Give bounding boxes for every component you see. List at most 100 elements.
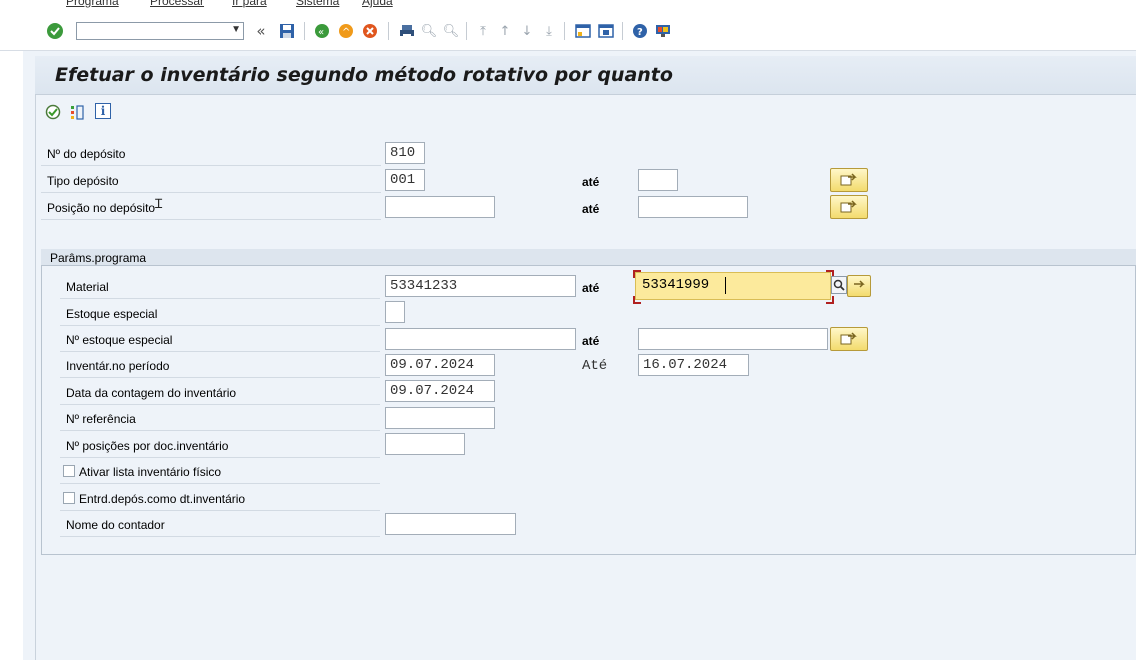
entry-date-label: Entrd.depós.como dt.inventário [79, 492, 246, 506]
print-icon[interactable] [398, 22, 416, 40]
menu-programa[interactable]: Programa [66, 0, 119, 8]
bin-to-field[interactable] [638, 196, 748, 218]
page-title: Efetuar o inventário segundo método rota… [55, 64, 673, 86]
multiple-selection-button[interactable] [830, 195, 868, 219]
focus-corner [826, 296, 834, 304]
counter-name-field[interactable] [385, 513, 516, 535]
period-to-label: Até [582, 358, 608, 374]
focus-corner [633, 296, 641, 304]
arrow-right-icon [840, 173, 857, 186]
row-divider [60, 298, 380, 299]
menu-processar[interactable]: Processar [150, 0, 204, 8]
multiple-selection-button[interactable] [830, 327, 868, 351]
toolbar-separator [622, 22, 623, 40]
next-page-icon[interactable]: ↓ [518, 22, 536, 40]
collapse-command-icon[interactable]: « [253, 22, 269, 40]
special-stock-no-label: Nº estoque especial [66, 333, 173, 347]
bin-from-field[interactable] [385, 196, 495, 218]
deposit-type-to-label: até [582, 175, 600, 189]
deposit-type-from-field[interactable]: 001 [385, 169, 425, 191]
toolbar-separator [388, 22, 389, 40]
left-margin [0, 51, 23, 660]
count-date-label: Data da contagem do inventário [66, 386, 237, 400]
row-divider [60, 510, 380, 511]
search-help-icon[interactable] [831, 276, 847, 294]
row-divider [60, 325, 380, 326]
focus-corner [633, 270, 641, 278]
shortcut-icon[interactable] [597, 22, 615, 40]
row-divider [60, 430, 380, 431]
multiple-selection-button[interactable] [847, 275, 871, 297]
first-page-icon[interactable]: ⤒ [474, 22, 492, 40]
reference-field[interactable] [385, 407, 495, 429]
deposit-type-to-field[interactable] [638, 169, 678, 191]
toolbar-separator [304, 22, 305, 40]
row-divider [60, 351, 380, 352]
period-from-field[interactable]: 09.07.2024 [385, 354, 495, 376]
positions-field[interactable] [385, 433, 465, 455]
row-divider [60, 457, 380, 458]
help-icon[interactable]: ? [631, 22, 649, 40]
row-divider [41, 219, 381, 220]
material-to-label: até [582, 281, 600, 295]
counter-name-label: Nome do contador [66, 518, 165, 532]
last-page-icon[interactable]: ⤓ [540, 22, 558, 40]
arrow-right-icon [840, 200, 857, 213]
find-next-icon[interactable]: 🔍︎ [442, 22, 460, 40]
svg-text:?: ? [637, 27, 643, 38]
period-to-field[interactable]: 16.07.2024 [638, 354, 749, 376]
bin-label: Posição no depósito [47, 201, 156, 215]
row-divider [41, 165, 381, 166]
special-stock-label: Estoque especial [66, 307, 158, 321]
text-cursor-icon: Ɪ [155, 197, 163, 212]
reference-label: Nº referência [66, 412, 136, 426]
positions-label: Nº posições por doc.inventário [66, 439, 229, 453]
special-stock-field[interactable] [385, 301, 405, 323]
activate-list-label: Ativar lista inventário físico [79, 465, 222, 479]
multiple-selection-button[interactable] [830, 168, 868, 192]
special-stock-no-to-label: até [582, 334, 600, 348]
count-date-field[interactable]: 09.07.2024 [385, 380, 495, 402]
execute-icon[interactable] [44, 103, 62, 121]
svg-text:^: ^ [342, 27, 350, 38]
arrow-right-icon [854, 280, 865, 288]
deposit-type-label: Tipo depósito [47, 174, 119, 188]
customize-layout-icon[interactable] [654, 22, 672, 40]
info-icon[interactable]: i [95, 103, 111, 119]
toolbar-separator [466, 22, 467, 40]
menu-ajuda[interactable]: Ajuda [362, 0, 393, 8]
activate-list-checkbox[interactable] [63, 465, 75, 477]
deposit-no-field[interactable]: 810 [385, 142, 425, 164]
enter-icon[interactable] [47, 23, 63, 39]
row-divider [60, 404, 380, 405]
entry-date-checkbox[interactable] [63, 492, 75, 504]
command-field[interactable]: ▼ [76, 22, 244, 40]
cancel-icon[interactable] [361, 22, 379, 40]
material-label: Material [66, 280, 109, 294]
back-icon[interactable]: « [313, 22, 331, 40]
menu-bar: Programa Processar Ir para Sistema Ajuda [0, 0, 1136, 12]
arrow-right-icon [840, 332, 857, 345]
selection-options-icon[interactable] [69, 103, 85, 121]
period-label: Inventár.no período [66, 359, 170, 373]
row-divider [41, 192, 381, 193]
menu-sistema[interactable]: Sistema [296, 0, 339, 8]
material-from-field[interactable]: 53341233 [385, 275, 576, 297]
save-icon[interactable] [278, 22, 296, 40]
find-icon[interactable]: 🔍︎ [420, 22, 438, 40]
prev-page-icon[interactable]: ↑ [496, 22, 514, 40]
params-group-header [41, 249, 1136, 266]
toolbar-separator [564, 22, 565, 40]
material-to-field[interactable]: 53341999 [635, 272, 831, 300]
chevron-down-icon[interactable]: ▼ [231, 24, 241, 35]
special-stock-no-from-field[interactable] [385, 328, 576, 350]
menu-ir-para[interactable]: Ir para [232, 0, 267, 8]
params-group-title: Parâms.programa [50, 251, 147, 265]
text-cursor [725, 277, 726, 294]
row-divider [60, 483, 380, 484]
create-session-icon[interactable] [574, 22, 592, 40]
row-divider [60, 536, 380, 537]
special-stock-no-to-field[interactable] [638, 328, 828, 350]
row-divider [60, 377, 380, 378]
exit-icon[interactable]: ^ [337, 22, 355, 40]
